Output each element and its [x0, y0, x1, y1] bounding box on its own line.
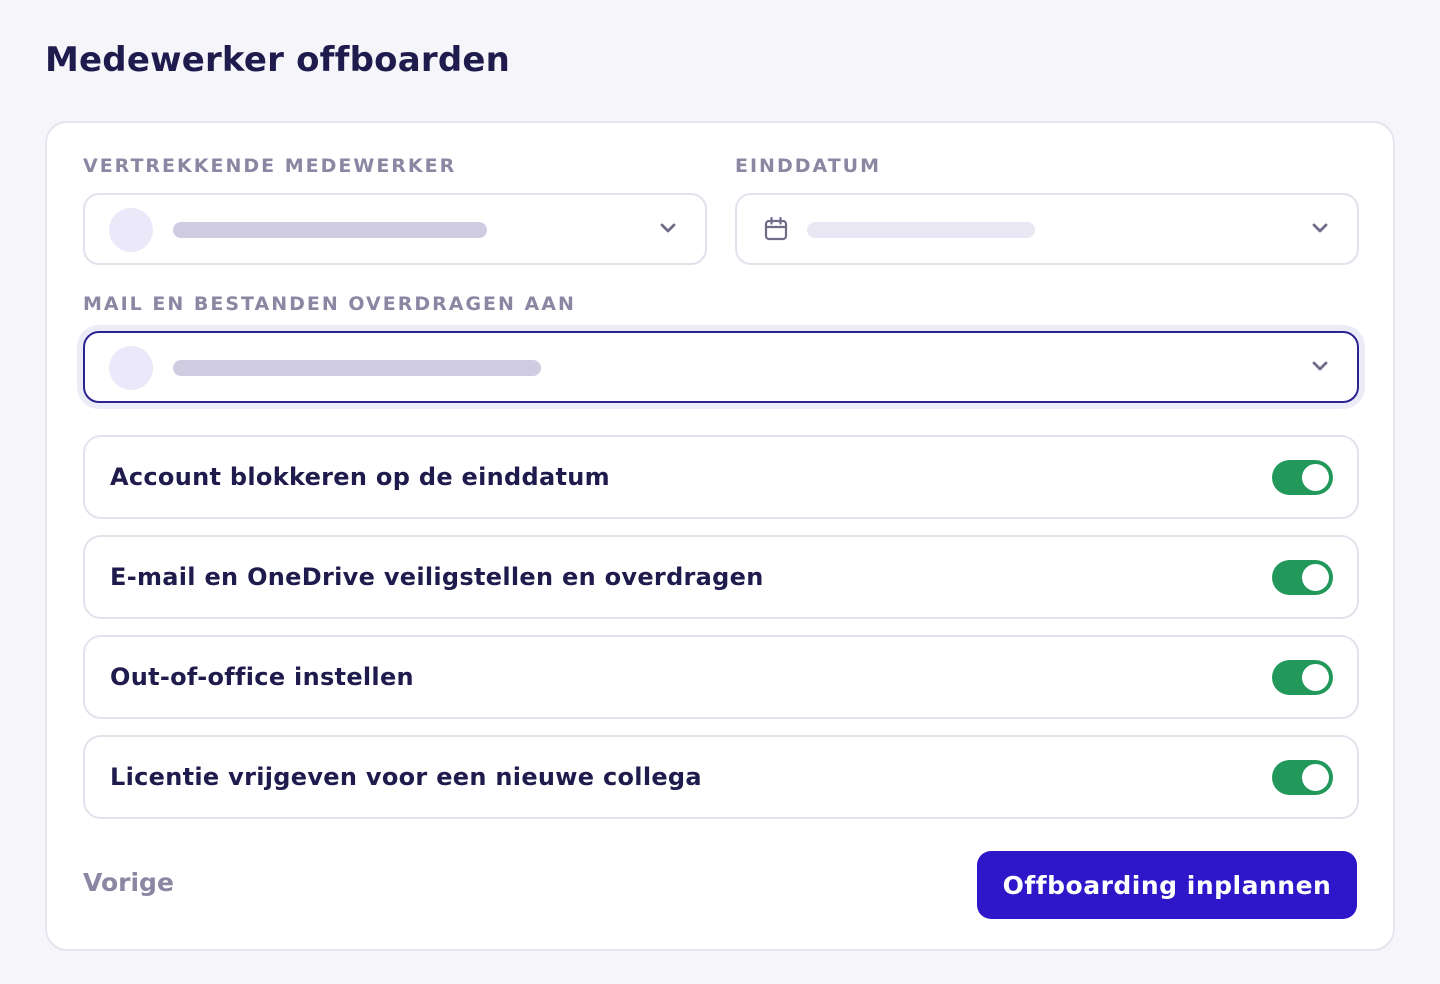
- chevron-down-icon: [1312, 223, 1328, 233]
- page-title: Medewerker offboarden: [45, 40, 511, 80]
- end-date-label: EINDDATUM: [735, 155, 882, 177]
- option-block-account: Account blokkeren op de einddatum: [83, 435, 1359, 519]
- option-label: Account blokkeren op de einddatum: [110, 463, 610, 491]
- selected-recipient-placeholder: [173, 360, 541, 376]
- transfer-to-label: MAIL EN BESTANDEN OVERDRAGEN AAN: [83, 293, 576, 315]
- toggle-knob: [1302, 564, 1329, 591]
- option-out-of-office: Out-of-office instellen: [83, 635, 1359, 719]
- option-release-license: Licentie vrijgeven voor een nieuwe colle…: [83, 735, 1359, 819]
- toggle-knob: [1302, 464, 1329, 491]
- toggle-knob: [1302, 664, 1329, 691]
- option-label: Out-of-office instellen: [110, 663, 414, 691]
- chevron-down-icon: [660, 223, 676, 233]
- departing-employee-label: VERTREKKENDE MEDEWERKER: [83, 155, 457, 177]
- departing-employee-select[interactable]: [83, 193, 707, 265]
- option-label: Licentie vrijgeven voor een nieuwe colle…: [110, 763, 702, 791]
- toggle-knob: [1302, 764, 1329, 791]
- avatar: [109, 208, 153, 252]
- avatar: [109, 346, 153, 390]
- release-license-toggle[interactable]: [1272, 760, 1333, 795]
- back-button[interactable]: Vorige: [83, 868, 174, 897]
- chevron-down-icon: [1312, 361, 1328, 371]
- selected-date-placeholder: [807, 222, 1035, 238]
- offboarding-form-card: VERTREKKENDE MEDEWERKER EINDDATUM MAIL E…: [45, 121, 1395, 951]
- selected-employee-placeholder: [173, 222, 487, 238]
- end-date-select[interactable]: [735, 193, 1359, 265]
- secure-mail-toggle[interactable]: [1272, 560, 1333, 595]
- block-account-toggle[interactable]: [1272, 460, 1333, 495]
- schedule-offboarding-button[interactable]: Offboarding inplannen: [977, 851, 1357, 919]
- out-of-office-toggle[interactable]: [1272, 660, 1333, 695]
- transfer-to-select[interactable]: [83, 331, 1359, 403]
- option-secure-mail-onedrive: E-mail en OneDrive veiligstellen en over…: [83, 535, 1359, 619]
- option-label: E-mail en OneDrive veiligstellen en over…: [110, 563, 764, 591]
- calendar-icon: [764, 216, 788, 241]
